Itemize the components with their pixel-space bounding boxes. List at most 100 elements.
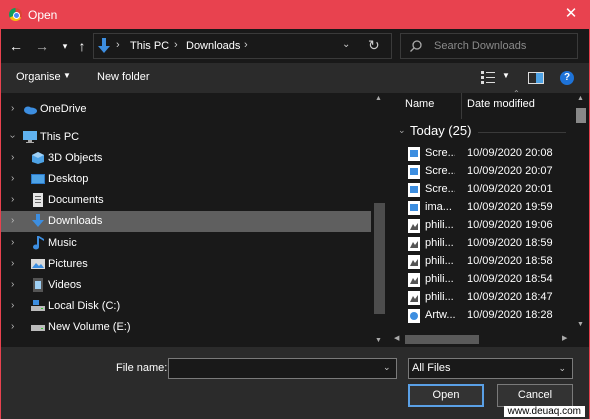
breadcrumb-downloads[interactable]: Downloads: [186, 40, 240, 52]
expand-chevron-icon[interactable]: ›: [11, 152, 14, 163]
nav-label: New Volume (E:): [48, 321, 131, 333]
scroll-down-arrow-icon[interactable]: ▼: [577, 321, 584, 328]
breadcrumb-this-pc[interactable]: This PC: [130, 40, 169, 52]
group-divider: [478, 132, 566, 133]
file-name-dropdown-chevron-icon[interactable]: ⌄: [383, 362, 391, 373]
column-header-name[interactable]: Name: [390, 93, 462, 119]
nav-item-downloads[interactable]: › Downloads: [1, 211, 371, 232]
file-type-value: All Files: [412, 362, 451, 374]
file-type-select[interactable]: All Files ⌄: [408, 358, 573, 379]
expand-chevron-icon[interactable]: ›: [11, 258, 14, 269]
expand-chevron-icon[interactable]: ›: [11, 215, 14, 226]
nav-scrollbar[interactable]: ▲ ▼: [371, 93, 388, 347]
local-disk-icon: [31, 300, 45, 311]
file-date: 10/09/2020 18:47: [467, 291, 553, 303]
nav-item-3d-objects[interactable]: › 3D Objects: [1, 148, 371, 169]
expand-chevron-icon[interactable]: ›: [11, 194, 14, 205]
new-folder-button[interactable]: New folder: [97, 71, 150, 83]
group-header[interactable]: ⌄ Today (25): [390, 123, 573, 141]
image-file-icon: [408, 201, 420, 215]
file-date: 10/09/2020 20:01: [467, 183, 553, 195]
expand-chevron-icon[interactable]: ›: [11, 321, 14, 332]
collapse-chevron-icon[interactable]: ›: [7, 135, 18, 138]
address-bar[interactable]: › This PC › Downloads › ⌄ ↻: [93, 33, 392, 59]
organise-button[interactable]: Organise: [16, 71, 61, 83]
expand-chevron-icon[interactable]: ›: [11, 103, 14, 114]
group-label: Today (25): [410, 123, 472, 138]
expand-chevron-icon[interactable]: ›: [11, 173, 14, 184]
nav-label: Videos: [48, 279, 82, 291]
nav-label: Desktop: [48, 173, 89, 185]
breadcrumb-separator-icon[interactable]: ›: [174, 39, 178, 51]
scrollbar-thumb[interactable]: [374, 203, 385, 314]
view-options-icon[interactable]: [481, 71, 495, 84]
file-row[interactable]: phili... 10/09/2020 18:54: [390, 271, 573, 289]
file-date: 10/09/2020 20:07: [467, 165, 553, 177]
breadcrumb-separator-icon[interactable]: ›: [244, 39, 248, 51]
nav-item-music[interactable]: › Music: [1, 233, 371, 254]
onedrive-icon: [24, 106, 37, 115]
file-date: 10/09/2020 18:54: [467, 273, 553, 285]
expand-chevron-icon[interactable]: ›: [11, 237, 14, 248]
file-row[interactable]: Scre... 10/09/2020 20:07: [390, 163, 573, 181]
downloads-icon: [32, 214, 44, 227]
scroll-up-arrow-icon[interactable]: ▲: [577, 95, 584, 102]
file-row[interactable]: Scre... 10/09/2020 20:08: [390, 145, 573, 163]
scrollbar-thumb[interactable]: [405, 335, 479, 344]
nav-label: Downloads: [48, 215, 103, 227]
cancel-button[interactable]: Cancel: [497, 384, 573, 407]
nav-item-onedrive[interactable]: › OneDrive: [1, 99, 371, 120]
file-name: phili...: [425, 219, 454, 231]
file-row[interactable]: phili... 10/09/2020 18:47: [390, 289, 573, 307]
file-row[interactable]: phili... 10/09/2020 18:59: [390, 235, 573, 253]
command-bar: Organise ▼ New folder ▼ ?: [1, 63, 589, 93]
back-arrow-icon[interactable]: ←: [8, 38, 24, 54]
photo-file-icon: [408, 237, 420, 251]
file-list-scrollbar[interactable]: ▲ ▼: [573, 93, 589, 331]
view-caret-icon[interactable]: ▼: [502, 71, 510, 80]
scroll-up-arrow-icon[interactable]: ▲: [375, 95, 382, 102]
up-arrow-icon[interactable]: ↑: [74, 38, 90, 54]
scroll-down-arrow-icon[interactable]: ▼: [375, 337, 382, 344]
file-row[interactable]: Artw... 10/09/2020 18:28: [390, 307, 573, 325]
nav-item-new-volume[interactable]: › New Volume (E:): [1, 317, 371, 338]
nav-item-pictures[interactable]: › Pictures: [1, 254, 371, 275]
file-row[interactable]: ima... 10/09/2020 19:59: [390, 199, 573, 217]
forward-arrow-icon[interactable]: →: [34, 38, 50, 54]
close-button[interactable]: ✕: [561, 4, 581, 24]
nav-item-local-disk[interactable]: › Local Disk (C:): [1, 296, 371, 317]
file-date: 10/09/2020 18:58: [467, 255, 553, 267]
organise-caret-icon[interactable]: ▼: [63, 71, 71, 80]
preview-pane-icon[interactable]: [528, 72, 544, 84]
help-icon[interactable]: ?: [560, 71, 574, 85]
scroll-right-arrow-icon[interactable]: ▶: [562, 334, 567, 342]
photo-file-icon: [408, 273, 420, 287]
scroll-left-arrow-icon[interactable]: ◀: [394, 334, 399, 342]
nav-item-desktop[interactable]: › Desktop: [1, 169, 371, 190]
image-file-icon: [408, 147, 420, 161]
file-row[interactable]: phili... 10/09/2020 18:58: [390, 253, 573, 271]
group-collapse-chevron-icon[interactable]: ⌄: [398, 125, 406, 136]
breadcrumb-separator-icon[interactable]: ›: [116, 39, 120, 51]
search-input[interactable]: Search Downloads: [400, 33, 578, 59]
open-button[interactable]: Open: [408, 384, 484, 407]
scrollbar-thumb[interactable]: [576, 108, 586, 123]
file-name-field[interactable]: [168, 358, 397, 379]
file-date: 10/09/2020 19:59: [467, 201, 553, 213]
file-row[interactable]: Scre... 10/09/2020 20:01: [390, 181, 573, 199]
nav-item-videos[interactable]: › Videos: [1, 275, 371, 296]
sort-caret-icon: ⌃: [513, 89, 520, 98]
address-dropdown-chevron-icon[interactable]: ⌄: [342, 39, 350, 50]
expand-chevron-icon[interactable]: ›: [11, 300, 14, 311]
file-name: phili...: [425, 237, 454, 249]
expand-chevron-icon[interactable]: ›: [11, 279, 14, 290]
file-row[interactable]: phili... 10/09/2020 19:06: [390, 217, 573, 235]
nav-item-documents[interactable]: › Documents: [1, 190, 371, 211]
file-name: Scre...: [425, 165, 455, 177]
file-list-horizontal-scrollbar[interactable]: ◀ ▶: [390, 331, 589, 347]
recent-locations-chevron-icon[interactable]: ▾: [57, 38, 73, 54]
column-header-date[interactable]: Date modified ⌃: [463, 89, 571, 119]
pictures-icon: [31, 259, 45, 269]
nav-item-this-pc[interactable]: › This PC: [1, 127, 371, 148]
refresh-icon[interactable]: ↻: [368, 37, 380, 54]
